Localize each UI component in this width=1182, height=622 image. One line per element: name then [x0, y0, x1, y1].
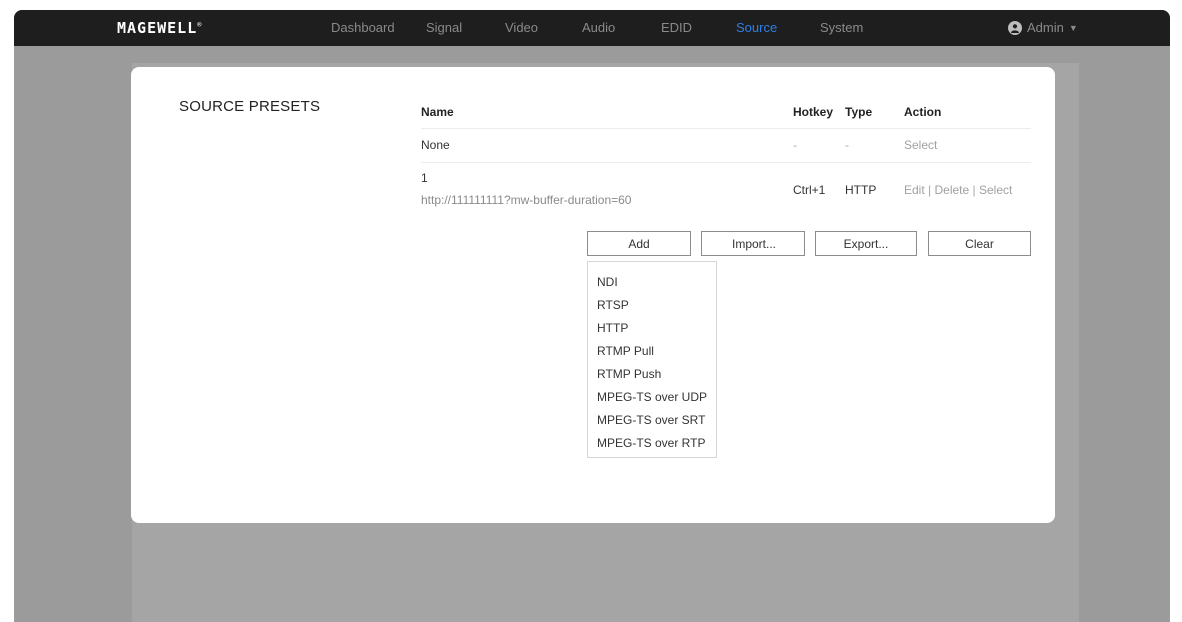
user-menu[interactable]: Admin ▼ — [1008, 20, 1078, 35]
user-avatar-icon — [1008, 20, 1022, 35]
delete-link[interactable]: Delete — [935, 183, 970, 197]
menu-item-mpeg-ts-udp[interactable]: MPEG-TS over UDP — [597, 390, 707, 404]
preset-url: http://111111111?mw-buffer-duration=60 — [421, 193, 632, 207]
menu-item-mpeg-ts-rtp[interactable]: MPEG-TS over RTP — [597, 436, 705, 450]
export-button[interactable]: Export... — [815, 231, 917, 256]
preset-name: None — [421, 138, 450, 152]
nav-dashboard[interactable]: Dashboard — [331, 20, 395, 35]
action-separator: | — [928, 183, 932, 197]
add-button[interactable]: Add — [587, 231, 691, 256]
nav-edid[interactable]: EDID — [661, 20, 692, 35]
preset-hotkey: - — [793, 138, 797, 152]
clear-button[interactable]: Clear — [928, 231, 1031, 256]
edit-link[interactable]: Edit — [904, 183, 925, 197]
menu-item-rtmp-pull[interactable]: RTMP Pull — [597, 344, 654, 358]
chevron-down-icon: ▼ — [1068, 22, 1078, 33]
nav-video[interactable]: Video — [505, 20, 538, 35]
preset-type: HTTP — [845, 183, 877, 197]
column-header-action: Action — [904, 105, 942, 119]
menu-item-rtmp-push[interactable]: RTMP Push — [597, 367, 661, 381]
user-name: Admin — [1027, 20, 1064, 35]
menu-item-rtsp[interactable]: RTSP — [597, 298, 629, 312]
nav-audio[interactable]: Audio — [582, 20, 615, 35]
source-presets-panel: SOURCE PRESETS Name Hotkey Type Action N… — [131, 67, 1055, 523]
import-button[interactable]: Import... — [701, 231, 805, 256]
table-divider — [421, 128, 1031, 129]
select-link[interactable]: Select — [904, 138, 937, 152]
table-divider — [421, 162, 1031, 163]
column-header-hotkey: Hotkey — [793, 105, 834, 119]
nav-signal[interactable]: Signal — [426, 20, 462, 35]
select-link[interactable]: Select — [979, 183, 1012, 197]
menu-item-ndi[interactable]: NDI — [597, 275, 618, 289]
top-navigation-bar: MAGEWELL® Dashboard Signal Video Audio E… — [14, 10, 1170, 46]
nav-source[interactable]: Source — [736, 20, 777, 35]
brand-logo[interactable]: MAGEWELL® — [117, 19, 202, 37]
action-separator: | — [972, 183, 976, 197]
preset-type: - — [845, 138, 849, 152]
column-header-name: Name — [421, 105, 454, 119]
row-actions: Edit | Delete | Select — [904, 183, 1012, 197]
preset-hotkey: Ctrl+1 — [793, 183, 826, 197]
add-source-type-menu: NDI RTSP HTTP RTMP Pull RTMP Push MPEG-T… — [587, 261, 717, 458]
nav-system[interactable]: System — [820, 20, 863, 35]
preset-name: 1 — [421, 171, 428, 185]
menu-item-http[interactable]: HTTP — [597, 321, 628, 335]
column-header-type: Type — [845, 105, 873, 119]
menu-item-mpeg-ts-srt[interactable]: MPEG-TS over SRT — [597, 413, 705, 427]
section-title: SOURCE PRESETS — [179, 98, 321, 115]
